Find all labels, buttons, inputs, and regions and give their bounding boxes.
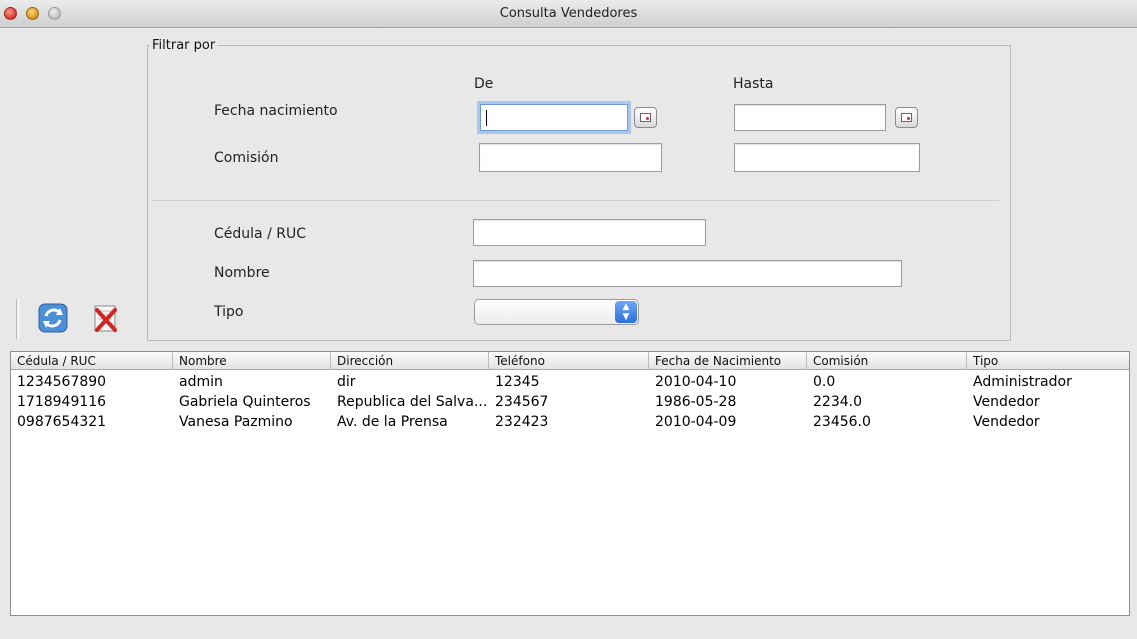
text-caret [486, 110, 487, 126]
from-column-label: De [474, 76, 494, 92]
cell-nombre: Vanesa Pazmino [179, 414, 293, 430]
header-direccion[interactable]: Dirección [331, 352, 489, 370]
filter-legend: Filtrar por [152, 38, 216, 53]
birthdate-to-calendar-button[interactable] [895, 107, 918, 128]
header-fecha-nacimiento[interactable]: Fecha de Nacimiento [649, 352, 807, 370]
cell-telefono: 12345 [495, 374, 540, 390]
cell-comision: 23456.0 [813, 414, 871, 430]
clear-icon[interactable] [90, 303, 122, 335]
commission-from-input[interactable] [479, 143, 662, 172]
type-label: Tipo [214, 304, 244, 320]
table-header: Cédula / RUC Nombre Dirección Teléfono F… [11, 352, 1129, 370]
cell-telefono: 234567 [495, 394, 549, 410]
cell-direccion: dir [337, 374, 356, 390]
cell-tipo: Vendedor [973, 394, 1040, 410]
header-cedula[interactable]: Cédula / RUC [11, 352, 173, 370]
cell-tipo: Administrador [973, 374, 1072, 390]
birthdate-label: Fecha nacimiento [214, 103, 338, 119]
table-row[interactable]: 1234567890 admin dir 12345 2010-04-10 0.… [11, 374, 1129, 390]
toolbar-separator [16, 299, 19, 339]
calendar-icon [901, 113, 912, 122]
cell-fecha: 1986-05-28 [655, 394, 737, 410]
cell-cedula: 1718949116 [17, 394, 107, 410]
commission-label: Comisión [214, 150, 279, 166]
header-nombre[interactable]: Nombre [173, 352, 331, 370]
cell-comision: 0.0 [813, 374, 836, 390]
cell-direccion: Av. de la Prensa [337, 414, 448, 430]
type-select[interactable]: ▲ ▼ [474, 299, 639, 325]
commission-to-input[interactable] [734, 143, 920, 172]
birthdate-to-input[interactable] [734, 104, 886, 131]
window-title: Consulta Vendedores [499, 6, 638, 21]
filter-panel: Filtrar por [147, 38, 1011, 341]
id-label: Cédula / RUC [214, 226, 306, 242]
refresh-icon[interactable] [37, 302, 69, 334]
updown-arrows-icon: ▲ ▼ [615, 301, 637, 323]
cell-tipo: Vendedor [973, 414, 1040, 430]
cell-comision: 2234.0 [813, 394, 862, 410]
cell-direccion: Republica del Salva... [337, 394, 488, 410]
calendar-icon [640, 113, 651, 122]
id-input[interactable] [473, 219, 706, 246]
table-row[interactable]: 0987654321 Vanesa Pazmino Av. de la Pren… [11, 414, 1129, 430]
header-comision[interactable]: Comisión [807, 352, 967, 370]
birthdate-from-calendar-button[interactable] [634, 107, 657, 128]
name-label: Nombre [214, 265, 270, 281]
cell-fecha: 2010-04-09 [655, 414, 737, 430]
cell-nombre: Gabriela Quinteros [179, 394, 311, 410]
cell-fecha: 2010-04-10 [655, 374, 737, 390]
birthdate-from-input[interactable] [480, 104, 628, 131]
cell-telefono: 232423 [495, 414, 549, 430]
table-row[interactable]: 1718949116 Gabriela Quinteros Republica … [11, 394, 1129, 410]
header-telefono[interactable]: Teléfono [489, 352, 649, 370]
header-tipo[interactable]: Tipo [967, 352, 1129, 370]
window-titlebar: Consulta Vendedores [0, 0, 1137, 28]
to-column-label: Hasta [733, 76, 774, 92]
cell-cedula: 1234567890 [17, 374, 107, 390]
cell-cedula: 0987654321 [17, 414, 107, 430]
results-table[interactable]: Cédula / RUC Nombre Dirección Teléfono F… [10, 351, 1130, 616]
cell-nombre: admin [179, 374, 223, 390]
filter-divider [152, 200, 999, 201]
name-input[interactable] [473, 260, 902, 287]
